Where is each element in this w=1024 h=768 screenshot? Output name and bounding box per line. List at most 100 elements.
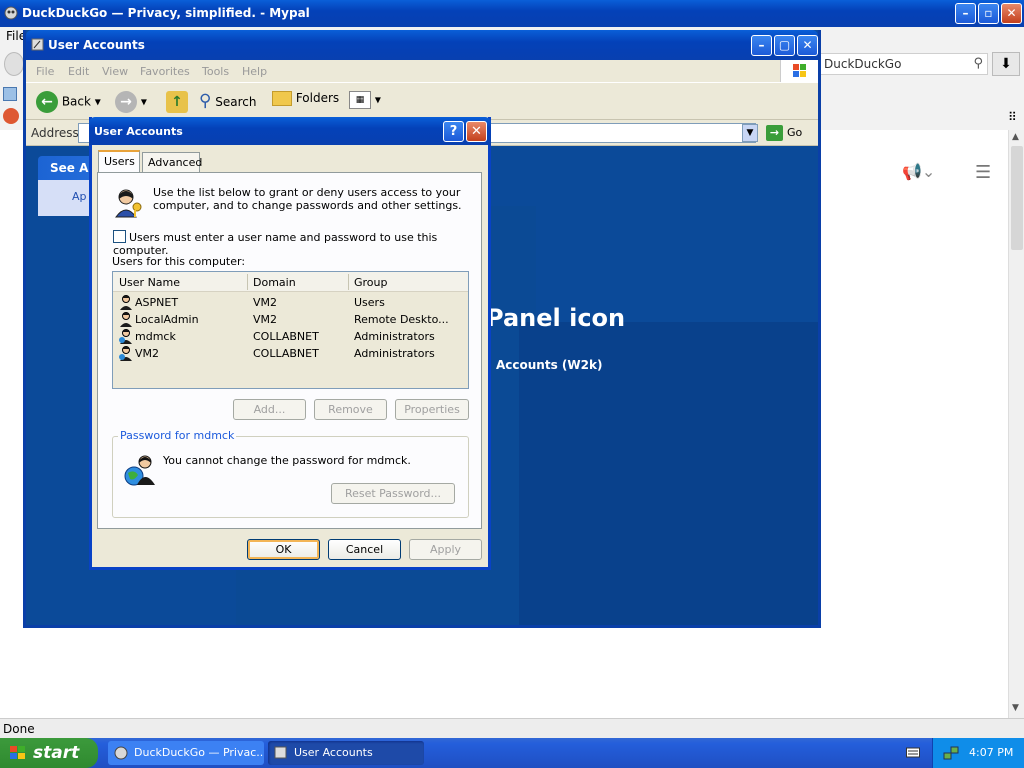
row-domain: VM2 bbox=[253, 296, 278, 309]
address-dropdown-icon[interactable]: ▼ bbox=[742, 124, 758, 142]
scroll-down-icon[interactable]: ▼ bbox=[1012, 703, 1019, 713]
taskbar-item-label: User Accounts bbox=[294, 746, 373, 759]
scroll-up-icon[interactable]: ▲ bbox=[1012, 132, 1019, 142]
back-button[interactable]: ← Back ▾ bbox=[36, 91, 101, 113]
search-placeholder: DuckDuckGo bbox=[824, 57, 902, 71]
search-icon[interactable]: ⚲ bbox=[973, 56, 983, 71]
table-row[interactable]: LocalAdmin VM2 Remote Deskto... bbox=[113, 311, 468, 328]
scroll-thumb[interactable] bbox=[1011, 146, 1023, 250]
dialog-close-icon[interactable]: ✕ bbox=[466, 121, 487, 142]
vertical-scrollbar[interactable]: ▲ ▼ bbox=[1008, 130, 1024, 718]
folders-button[interactable]: Folders bbox=[272, 91, 339, 106]
clock[interactable]: 4:07 PM bbox=[969, 746, 1013, 759]
help-icon[interactable]: ? bbox=[443, 121, 464, 142]
views-icon: ▦ bbox=[349, 91, 371, 109]
mypal-icon bbox=[4, 6, 18, 20]
ok-button[interactable]: OK bbox=[247, 539, 320, 560]
address-label: Address bbox=[31, 126, 79, 140]
row-user-name: LocalAdmin bbox=[135, 313, 199, 326]
row-domain: COLLABNET bbox=[253, 347, 319, 360]
table-row[interactable]: VM2 COLLABNET Administrators bbox=[113, 345, 468, 362]
menu-edit[interactable]: Edit bbox=[68, 65, 89, 78]
password-message: You cannot change the password for mdmck… bbox=[163, 454, 411, 467]
col-user-name[interactable]: User Name bbox=[119, 276, 180, 289]
explorer-close-icon[interactable]: ✕ bbox=[797, 35, 818, 56]
user-accounts-dialog: User Accounts ? ✕ Users Advanced Use the… bbox=[89, 117, 491, 570]
keyboard-icon[interactable] bbox=[906, 746, 920, 758]
folders-icon bbox=[272, 91, 292, 106]
download-icon[interactable]: ⬇ bbox=[992, 52, 1020, 76]
maximize-icon[interactable]: ▫ bbox=[978, 3, 999, 24]
remove-user-button[interactable]: Remove bbox=[314, 399, 387, 420]
status-bar: Done bbox=[0, 718, 1024, 738]
search-button[interactable]: ⚲ Search bbox=[199, 91, 257, 111]
checkbox-box[interactable] bbox=[113, 230, 126, 243]
menu-view[interactable]: View bbox=[102, 65, 128, 78]
col-divider[interactable] bbox=[348, 274, 349, 290]
require-login-checkbox[interactable]: Users must enter a user name and passwor… bbox=[113, 230, 481, 257]
row-domain: VM2 bbox=[253, 313, 278, 326]
go-arrow-icon: → bbox=[766, 125, 783, 141]
menu-favorites[interactable]: Favorites bbox=[140, 65, 190, 78]
dialog-title: User Accounts bbox=[94, 125, 183, 138]
row-domain: COLLABNET bbox=[253, 330, 319, 343]
table-row[interactable]: mdmck COLLABNET Administrators bbox=[113, 328, 468, 345]
taskbar-item-browser[interactable]: DuckDuckGo — Privac... bbox=[108, 741, 264, 765]
col-domain[interactable]: Domain bbox=[253, 276, 296, 289]
explorer-minimize-icon[interactable]: – bbox=[751, 35, 772, 56]
taskbar-item-label: DuckDuckGo — Privac... bbox=[134, 746, 264, 759]
windows-flag-icon bbox=[780, 60, 818, 82]
megaphone-icon[interactable]: 📢⌄ bbox=[902, 162, 935, 181]
dialog-title-bar[interactable]: User Accounts ? ✕ bbox=[89, 117, 491, 145]
col-group[interactable]: Group bbox=[354, 276, 388, 289]
properties-button[interactable]: Properties bbox=[395, 399, 469, 420]
explorer-maximize-icon[interactable]: ▢ bbox=[774, 35, 795, 56]
close-icon[interactable]: ✕ bbox=[1001, 3, 1022, 24]
up-arrow-icon: ↑ bbox=[166, 91, 188, 113]
search-input[interactable]: DuckDuckGo ⚲ bbox=[820, 53, 988, 75]
apply-button[interactable]: Apply bbox=[409, 539, 482, 560]
search-label: Search bbox=[215, 95, 257, 109]
menu-file[interactable]: File bbox=[36, 65, 54, 78]
see-also-item[interactable]: Ap bbox=[72, 190, 87, 203]
user-icon bbox=[120, 312, 132, 327]
network-icon[interactable] bbox=[943, 745, 959, 761]
views-button[interactable]: ▦ ▾ bbox=[349, 91, 381, 109]
user-accounts-icon bbox=[274, 746, 287, 759]
col-divider[interactable] bbox=[247, 274, 248, 290]
listview-header: User Name Domain Group bbox=[113, 272, 468, 292]
admin-user-icon bbox=[119, 346, 132, 361]
row-user-name: mdmck bbox=[135, 330, 176, 343]
sidebar-tool-icon[interactable] bbox=[3, 87, 17, 101]
magnifier-icon: ⚲ bbox=[199, 91, 212, 111]
browser-title-bar[interactable]: DuckDuckGo — Privacy, simplified. - Mypa… bbox=[0, 0, 1024, 27]
row-group: Administrators bbox=[354, 347, 435, 360]
start-button[interactable]: start bbox=[0, 738, 98, 768]
grid-icon[interactable]: ⠿ bbox=[1008, 110, 1017, 124]
table-row[interactable]: ASPNET VM2 Users bbox=[113, 294, 468, 311]
go-button[interactable]: → Go bbox=[766, 125, 802, 141]
up-folder-button[interactable]: ↑ bbox=[166, 91, 188, 113]
globe-user-icon bbox=[124, 455, 155, 486]
menu-help[interactable]: Help bbox=[242, 65, 267, 78]
explorer-title: User Accounts bbox=[48, 38, 145, 52]
start-label: start bbox=[33, 743, 80, 763]
explorer-title-bar[interactable]: User Accounts – ▢ ✕ bbox=[26, 30, 818, 60]
tab-advanced[interactable]: Advanced bbox=[142, 152, 202, 172]
cancel-button[interactable]: Cancel bbox=[328, 539, 401, 560]
duckduckgo-icon[interactable] bbox=[3, 108, 19, 124]
menu-tools[interactable]: Tools bbox=[202, 65, 229, 78]
system-tray: 4:07 PM bbox=[932, 738, 1024, 768]
row-group: Administrators bbox=[354, 330, 435, 343]
browser-title: DuckDuckGo — Privacy, simplified. - Mypa… bbox=[22, 6, 310, 20]
tab-users[interactable]: Users bbox=[98, 150, 140, 172]
forward-button[interactable]: → ▾ bbox=[115, 91, 147, 113]
menu-icon[interactable]: ☰ bbox=[975, 162, 991, 183]
minimize-icon[interactable]: – bbox=[955, 3, 976, 24]
users-listview[interactable]: User Name Domain Group ASPNET VM2 Users … bbox=[112, 271, 469, 389]
windows-logo-icon bbox=[10, 746, 25, 759]
taskbar-item-user-accounts[interactable]: User Accounts bbox=[268, 741, 424, 765]
add-user-button[interactable]: Add... bbox=[233, 399, 306, 420]
browser-back-icon[interactable] bbox=[4, 52, 24, 76]
reset-password-button[interactable]: Reset Password... bbox=[331, 483, 455, 504]
